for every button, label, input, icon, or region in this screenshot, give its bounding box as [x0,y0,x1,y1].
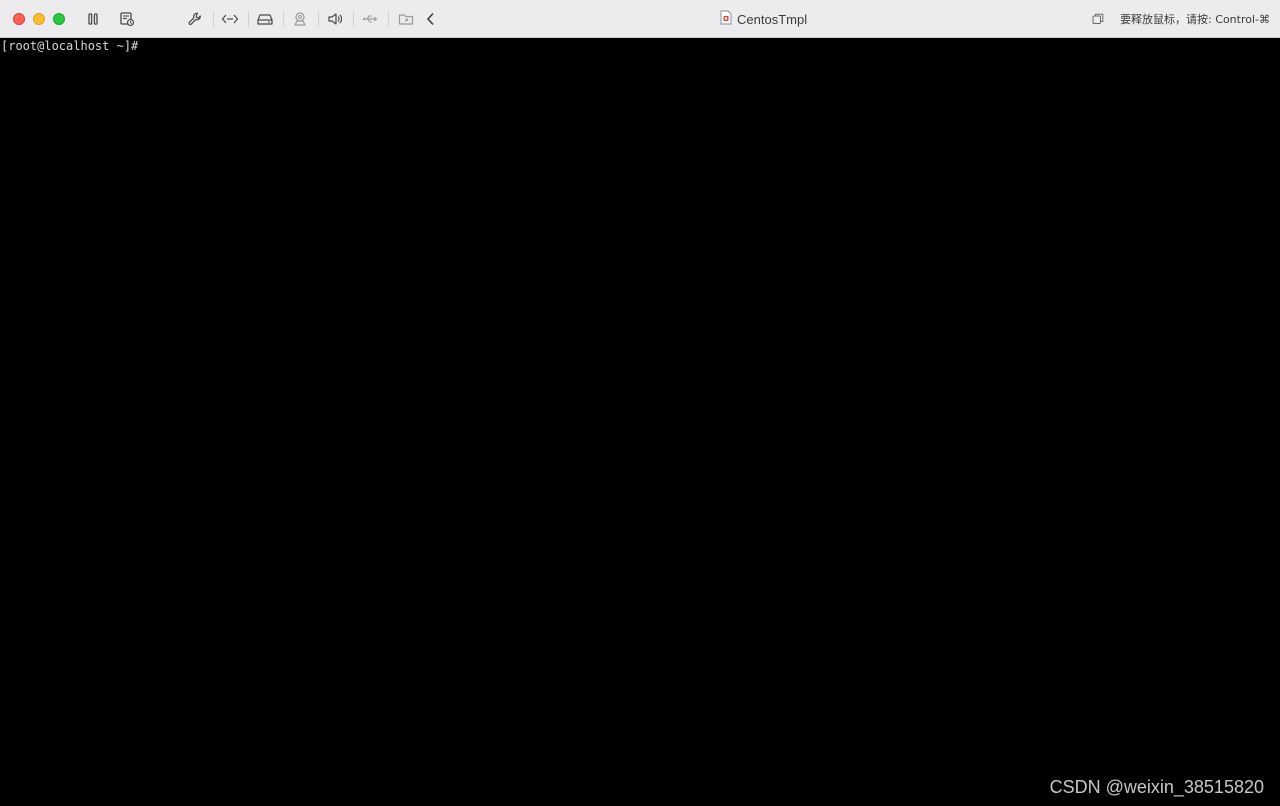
window-title: CentosTmpl [720,10,807,28]
title-bar: CentosTmpl 要释放鼠标，请按: Control-⌘ [0,0,1280,38]
minimize-window-button[interactable] [33,13,45,25]
close-window-button[interactable] [13,13,25,25]
shared-folder-icon[interactable] [396,9,416,29]
chevron-left-icon[interactable] [421,9,441,29]
pause-icon[interactable] [83,9,103,29]
snapshot-icon[interactable] [117,9,137,29]
window-mode-icon[interactable] [1092,10,1104,29]
network-icon[interactable] [220,9,240,29]
usb-icon[interactable] [360,9,380,29]
shell-prompt: [root@localhost ~]# [1,39,139,53]
camera-icon[interactable] [290,9,310,29]
disk-icon[interactable] [255,9,275,29]
vm-console-screen[interactable]: [root@localhost ~]# CSDN @weixin_3851582… [0,38,1280,806]
vm-window: CentosTmpl 要释放鼠标，请按: Control-⌘ [root@loc… [0,0,1280,806]
vm-document-icon [720,10,732,29]
maximize-window-button[interactable] [53,13,65,25]
window-title-text: CentosTmpl [737,11,808,27]
sound-icon[interactable] [325,9,345,29]
release-mouse-hint-text: 要释放鼠标，请按: Control-⌘ [1120,13,1270,26]
settings-wrench-icon[interactable] [185,9,205,29]
release-mouse-hint: 要释放鼠标，请按: Control-⌘ [1092,10,1270,28]
watermark: CSDN @weixin_38515820 [1049,777,1264,797]
